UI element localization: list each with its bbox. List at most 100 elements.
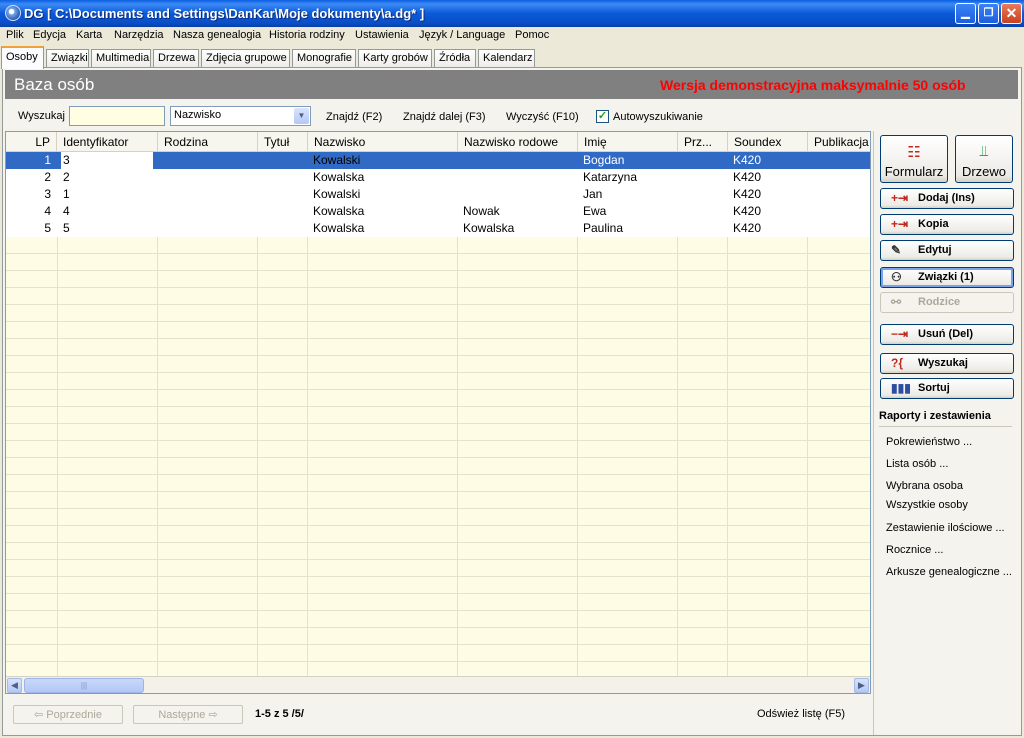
refresh-list-button[interactable]: Odśwież listę (F5) [757,708,845,720]
table-cell: Kowalska [313,204,365,218]
table-cell: Nowak [463,204,500,218]
page-title: Baza osób [14,75,95,94]
table-cell: K420 [733,170,762,184]
table-cell: Bogdan [583,153,625,167]
next-button[interactable]: Następne ⇨ [133,705,243,724]
report-wszystkie-osoby[interactable]: Wszystkie osoby [886,499,968,511]
table-cell: Paulina [583,221,624,235]
report-arkusze-genealogiczne[interactable]: Arkusze genealogiczne ... [886,566,1012,578]
menu-jezyk[interactable]: Język / Language [419,29,505,41]
table-row[interactable]: 4 4 Kowalska Nowak Ewa K420 [6,203,870,220]
column-header-soundex[interactable]: Soundex [728,132,808,152]
table-cell: 5 [63,221,70,235]
tab-drzewa[interactable]: Drzewa [153,49,199,68]
menu-pomoc[interactable]: Pomoc [515,29,549,41]
tab-strip: Osoby Związki Multimedia Drzewa Zdjęcia … [0,46,1024,69]
table-cell: 5 [44,221,51,235]
sort-button[interactable]: ▮▮▮ Sortuj [880,378,1014,399]
menu-karta[interactable]: Karta [76,29,102,41]
report-lista-osob[interactable]: Lista osób ... [886,458,948,470]
search-button-label: Wyszukaj [918,357,968,369]
form-button[interactable]: ☷ Formularz [880,135,948,183]
report-zestawienie-ilosciowe[interactable]: Zestawienie ilościowe ... [886,522,1005,534]
parents-icon: ⚯ [891,295,902,309]
column-header-prz[interactable]: Prz... [678,132,728,152]
table-cell: 3 [61,152,153,169]
autosearch-label: Autowyszukiwanie [613,111,703,123]
search-field-select[interactable]: Nazwisko ▼ [170,106,311,126]
column-header-tytul[interactable]: Tytuł [258,132,308,152]
scroll-right-icon[interactable]: ▶ [854,678,869,693]
app-icon[interactable] [5,5,21,21]
tab-zrodla[interactable]: Źródła [434,49,476,68]
column-header-identyfikator[interactable]: Identyfikator [57,132,158,152]
table-row[interactable]: 5 5 Kowalska Kowalska Paulina K420 [6,220,870,237]
add-person-icon: +⇥ [891,191,909,205]
column-header-rodzina[interactable]: Rodzina [158,132,258,152]
delete-button[interactable]: −⇥ Usuń (Del) [880,324,1014,345]
tree-icon: ⫫ [979,143,989,160]
search-input[interactable] [69,106,165,126]
report-rocznice[interactable]: Rocznice ... [886,544,943,556]
column-header-lp[interactable]: LP [6,132,57,152]
tab-osoby[interactable]: Osoby [1,46,44,69]
tab-kalendarz[interactable]: Kalendarz [478,49,535,68]
relations-button-label: Związki (1) [918,271,974,283]
tree-button[interactable]: ⫫ Drzewo [955,135,1013,183]
tab-monografie[interactable]: Monografie [292,49,356,68]
column-header-imie[interactable]: Imię [578,132,678,152]
table-row[interactable]: 1 3 Kowalski Bogdan K420 [6,152,870,169]
add-button[interactable]: +⇥ Dodaj (Ins) [880,188,1014,209]
close-button[interactable]: ✕ [1001,3,1022,24]
clear-button[interactable]: Wyczyść (F10) [506,111,579,123]
sort-icon: ▮▮▮ [891,381,911,395]
table-cell: K420 [733,204,762,218]
menu-edycja[interactable]: Edycja [33,29,66,41]
menu-ustawienia[interactable]: Ustawienia [355,29,409,41]
edit-button[interactable]: ✎ Edytuj [880,240,1014,261]
find-button[interactable]: Znajdź (F2) [326,111,382,123]
form-button-label: Formularz [884,164,944,179]
report-wybrana-osoba[interactable]: Wybrana osoba [886,480,963,492]
find-next-button[interactable]: Znajdź dalej (F3) [403,111,486,123]
scroll-thumb[interactable]: ||| [24,678,144,693]
menu-plik[interactable]: Plik [6,29,24,41]
window-title: DG [ C:\Documents and Settings\DanKar\Mo… [24,6,425,21]
table-cell: Kowalska [313,170,365,184]
autosearch-checkbox[interactable]: ✓ [596,110,609,123]
parents-button-label: Rodzice [918,296,961,308]
column-header-nazwisko[interactable]: Nazwisko [308,132,458,152]
table-cell: 4 [44,204,51,218]
copy-button[interactable]: +⇥ Kopia [880,214,1014,235]
chevron-down-icon[interactable]: ▼ [294,108,309,124]
delete-icon: −⇥ [891,327,909,341]
menu-narzedzia[interactable]: Narzędzia [114,29,164,41]
tab-zdjecia-grupowe[interactable]: Zdjęcia grupowe [201,49,290,68]
prev-button[interactable]: ⇦ Poprzednie [13,705,123,724]
maximize-button[interactable]: ❐ [978,3,999,24]
horizontal-scrollbar[interactable]: ◀ ||| ▶ [6,676,870,693]
table-row[interactable]: 2 2 Kowalska Katarzyna K420 [6,169,870,186]
minimize-button[interactable]: ▁ [955,3,976,24]
tab-multimedia[interactable]: Multimedia [91,49,151,68]
scroll-left-icon[interactable]: ◀ [7,678,22,693]
table-cell: 2 [63,170,70,184]
add-button-label: Dodaj (Ins) [918,192,975,204]
search-button[interactable]: ?{ Wyszukaj [880,353,1014,374]
menu-nasza-genealogia[interactable]: Nasza genealogia [173,29,261,41]
table-row[interactable]: 3 1 Kowalski Jan K420 [6,186,870,203]
column-header-publikacja[interactable]: Publikacja [808,132,870,152]
title-bar: DG [ C:\Documents and Settings\DanKar\Mo… [0,0,1024,27]
tree-button-label: Drzewo [961,164,1007,179]
relations-button[interactable]: ⚇ Związki (1) [880,267,1014,288]
column-header-nazwisko-rodowe[interactable]: Nazwisko rodowe [458,132,578,152]
tab-karty-grobow[interactable]: Karty grobów [358,49,432,68]
report-pokrewienstwo[interactable]: Pokrewieństwo ... [886,436,972,448]
parents-button[interactable]: ⚯ Rodzice [880,292,1014,313]
tab-zwiazki[interactable]: Związki [46,49,89,68]
header-band: Baza osób Wersja demonstracyjna maksymal… [5,70,1018,99]
menu-historia-rodziny[interactable]: Historia rodziny [269,29,345,41]
demo-notice: Wersja demonstracyjna maksymalnie 50 osó… [660,77,966,93]
table-cell: K420 [733,221,762,235]
search-label: Wyszukaj [18,110,65,122]
